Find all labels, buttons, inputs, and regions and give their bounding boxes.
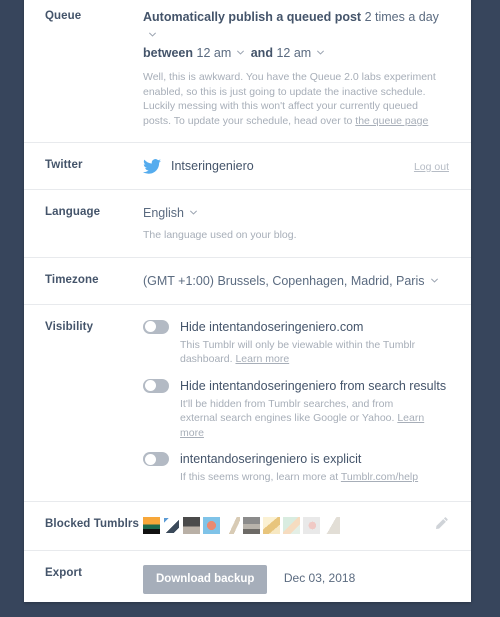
toggle-knob — [144, 380, 156, 391]
timezone-value: (GMT +1:00) Brussels, Copenhagen, Madrid… — [143, 273, 425, 288]
blocked-tumblrs-label: Blocked Tumblrs — [45, 517, 139, 530]
hide-domain-toggle[interactable] — [143, 319, 169, 334]
twitter-label: Twitter — [45, 159, 83, 171]
visibility-item: intentandoseringeniero is explicit If th… — [143, 451, 449, 485]
timezone-label: Timezone — [45, 273, 99, 286]
avatar[interactable] — [263, 516, 280, 534]
avatar[interactable] — [243, 516, 260, 534]
twitter-bird-icon — [143, 158, 161, 174]
pencil-icon[interactable] — [434, 516, 449, 535]
blocked-tumblrs-body — [143, 516, 426, 534]
export-label: Export — [45, 566, 83, 579]
visibility-item-desc-text: If this seems wrong, learn more at — [180, 471, 341, 483]
avatar[interactable] — [143, 516, 160, 534]
settings-row-export: Export Download backup Dec 03, 2018 Expo… — [24, 549, 471, 603]
blocked-tumblrs-avatars — [143, 516, 426, 534]
twitter-account-name: Intseringeniero — [171, 159, 254, 173]
avatar[interactable] — [283, 516, 300, 534]
avatar[interactable] — [323, 516, 340, 534]
tumblr-help-link[interactable]: Tumblr.com/help — [341, 471, 418, 483]
visibility-label: Visibility — [45, 320, 94, 333]
chevron-down-icon[interactable] — [148, 30, 157, 39]
download-backup-button[interactable]: Download backup — [143, 564, 268, 594]
avatar[interactable] — [303, 516, 320, 534]
queue-and-label: and — [250, 46, 273, 60]
queue-label: Queue — [45, 10, 82, 22]
timezone-body: (GMT +1:00) Brussels, Copenhagen, Madrid… — [143, 272, 449, 290]
language-label: Language — [45, 206, 101, 218]
twitter-body: Intseringeniero — [143, 157, 406, 175]
settings-card: Queue Automatically publish a queued pos… — [24, 0, 471, 602]
queue-schedule-line-1: Automatically publish a queued post 2 ti… — [143, 8, 449, 44]
avatar[interactable] — [203, 516, 220, 534]
settings-row-language: Language English The language used on yo… — [24, 189, 471, 257]
chevron-down-icon[interactable] — [189, 208, 198, 217]
language-helper-text: The language used on your blog. — [143, 229, 297, 241]
avatar[interactable] — [223, 516, 240, 534]
visibility-item-desc: This Tumblr will only be viewable within… — [180, 338, 430, 367]
blocked-tumblrs-actions — [426, 516, 449, 536]
visibility-item-title: Hide intentandoseringeniero from search … — [180, 378, 447, 393]
learn-more-link[interactable]: Learn more — [235, 353, 289, 365]
visibility-item-title: Hide intentandoseringeniero.com — [180, 319, 364, 334]
visibility-item: Hide intentandoseringeniero from search … — [143, 378, 449, 441]
queue-page-link[interactable]: the queue page — [355, 115, 428, 127]
visibility-item-desc: It'll be hidden from Tumblr searches, an… — [180, 397, 430, 441]
backup-date: Dec 03, 2018 — [283, 570, 356, 585]
visibility-item-head: Hide intentandoseringeniero.com — [143, 319, 449, 335]
chevron-down-icon[interactable] — [236, 48, 245, 57]
toggle-knob — [144, 321, 156, 332]
queue-schedule-line-2: between 12 am and 12 am — [143, 44, 449, 62]
language-value: English — [143, 206, 184, 220]
twitter-actions: Log out — [406, 157, 449, 175]
language-select[interactable]: English — [143, 204, 449, 222]
avatar[interactable] — [183, 516, 200, 534]
chevron-down-icon[interactable] — [316, 48, 325, 57]
explicit-toggle[interactable] — [143, 452, 169, 466]
avatar[interactable] — [163, 516, 180, 534]
settings-row-visibility: Visibility Hide intentandoseringeniero.c… — [24, 303, 471, 501]
hide-from-search-toggle[interactable] — [143, 378, 169, 393]
settings-row-queue: Queue Automatically publish a queued pos… — [24, 0, 471, 142]
visibility-item-title: intentandoseringeniero is explicit — [180, 452, 362, 466]
queue-time-from[interactable]: 12 am — [197, 46, 232, 60]
queue-body: Automatically publish a queued post 2 ti… — [143, 8, 449, 128]
visibility-item: Hide intentandoseringeniero.com This Tum… — [143, 319, 449, 367]
queue-helper-text: Well, this is awkward. You have the Queu… — [143, 70, 448, 128]
visibility-item-desc: If this seems wrong, learn more at Tumbl… — [180, 470, 430, 485]
twitter-logout-link[interactable]: Log out — [414, 158, 449, 173]
queue-unit: times a day — [375, 10, 439, 24]
visibility-item-head: Hide intentandoseringeniero from search … — [143, 378, 449, 394]
queue-schedule-bold-1: Automatically publish a queued post — [143, 10, 362, 24]
timezone-select[interactable]: (GMT +1:00) Brussels, Copenhagen, Madrid… — [143, 272, 449, 290]
export-body: Download backup Dec 03, 2018 Export inte… — [143, 564, 449, 603]
chevron-down-icon[interactable] — [430, 276, 439, 285]
settings-row-timezone: Timezone (GMT +1:00) Brussels, Copenhage… — [24, 256, 471, 304]
twitter-account-line: Intseringeniero — [143, 157, 406, 175]
language-body: English The language used on your blog. — [143, 204, 449, 243]
queue-time-to[interactable]: 12 am — [276, 46, 311, 60]
queue-count[interactable]: 2 — [365, 10, 372, 24]
settings-row-blocked-tumblrs: Blocked Tumblrs — [24, 500, 471, 550]
visibility-item-desc-text: This Tumblr will only be viewable within… — [180, 338, 416, 366]
visibility-item-head: intentandoseringeniero is explicit — [143, 451, 449, 467]
download-backup-line: Download backup Dec 03, 2018 — [143, 564, 449, 594]
toggle-knob — [144, 453, 156, 465]
visibility-body: Hide intentandoseringeniero.com This Tum… — [143, 319, 449, 487]
queue-between-label: between — [143, 46, 194, 60]
settings-row-twitter: Twitter Intseringeniero Log out — [24, 142, 471, 189]
visibility-item-desc-text: It'll be hidden from Tumblr searches, an… — [180, 397, 398, 425]
